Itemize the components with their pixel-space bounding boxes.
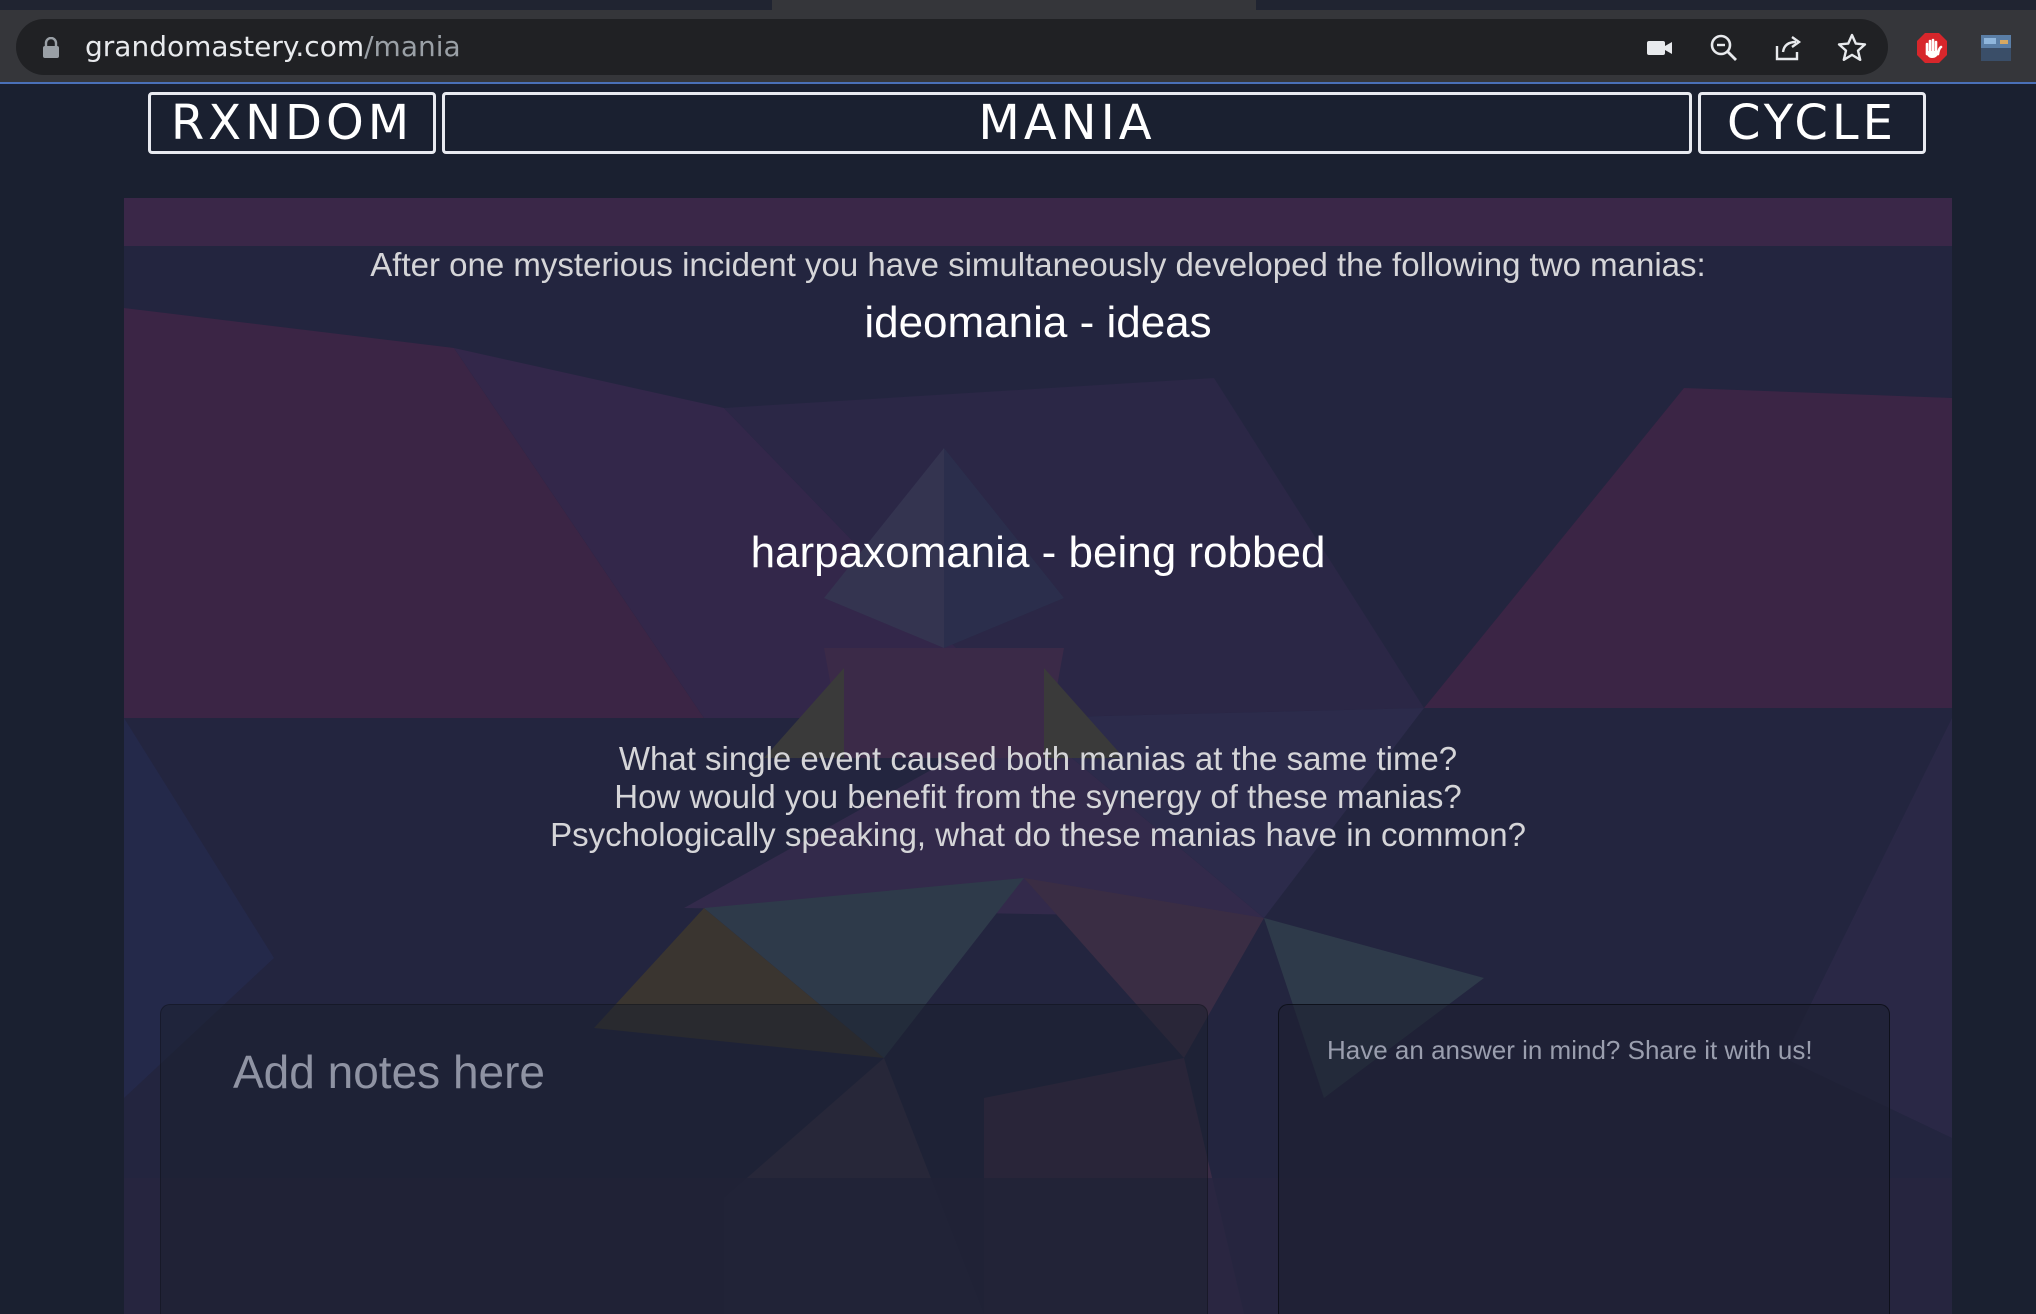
star-icon[interactable] <box>1836 32 1868 64</box>
random-button-label: RXNDOM <box>170 95 414 151</box>
intro-text: After one mysterious incident you have s… <box>370 246 1706 283</box>
active-tab[interactable] <box>772 0 1256 10</box>
zoom-icon[interactable] <box>1708 32 1740 64</box>
answer-placeholder: Have an answer in mind? Share it with us… <box>1327 1035 1813 1065</box>
cycle-button-label: CYCLE <box>1727 95 1897 151</box>
url-text[interactable]: grandomastery.com/mania <box>85 33 461 61</box>
url-path: /mania <box>364 30 461 63</box>
page: RXNDOM MANIA CYCLE After one mysterious … <box>0 84 2036 1314</box>
address-bar[interactable]: grandomastery.com/mania <box>16 19 1888 75</box>
question-2: How would you benefit from the synergy o… <box>614 778 1462 815</box>
share-icon[interactable] <box>1772 32 1804 64</box>
question-1: What single event caused both manias at … <box>618 740 1458 777</box>
profile-icon[interactable] <box>1980 32 2012 64</box>
url-host: grandomastery.com <box>85 30 365 63</box>
question-3: Psychologically speaking, what do these … <box>550 816 1526 853</box>
browser-toolbar: grandomastery.com/mania <box>0 10 2036 84</box>
notes-placeholder: Add notes here <box>233 1046 546 1098</box>
camera-icon[interactable] <box>1644 32 1676 64</box>
random-button[interactable]: RXNDOM <box>148 92 436 154</box>
answer-textarea[interactable]: Have an answer in mind? Share it with us… <box>1278 1004 1890 1314</box>
page-title-text: MANIA <box>978 95 1156 151</box>
lock-icon[interactable] <box>42 37 60 59</box>
mania-2: harpaxomania - being robbed <box>750 528 1326 577</box>
content-panel: After one mysterious incident you have s… <box>124 198 1952 1314</box>
tab-strip <box>0 0 2036 10</box>
page-title: MANIA <box>442 92 1692 154</box>
notes-textarea[interactable]: Add notes here <box>160 1004 1208 1314</box>
cycle-button[interactable]: CYCLE <box>1698 92 1926 154</box>
extension-hand-icon[interactable] <box>1916 32 1948 64</box>
mania-1: ideomania - ideas <box>864 298 1212 347</box>
